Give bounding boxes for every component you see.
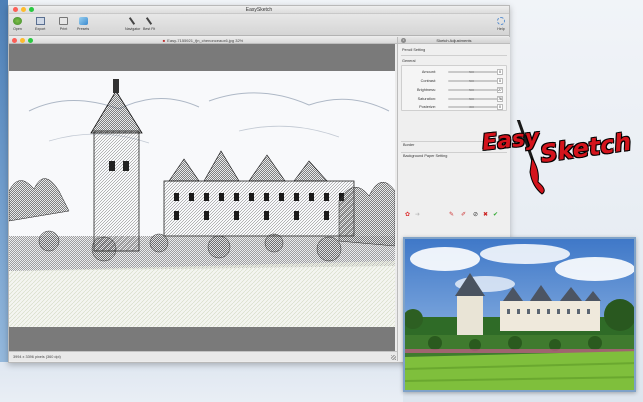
print-button[interactable]: Print — [59, 17, 68, 31]
document-title: Easy-7155921_fjn_chenonceaux6.jpg 32% — [167, 38, 244, 43]
easysketch-logo: Easy Sketch — [478, 120, 638, 195]
print-icon — [59, 17, 68, 25]
panel-header: × Sketch Adjustments — [398, 37, 510, 44]
amount-slider[interactable]: 500 — [448, 70, 498, 74]
posterize-mid: 300 — [469, 105, 475, 109]
cancel-icon[interactable]: ✖ — [482, 212, 489, 219]
general-group: Amount: 500 0 Contrast: 500 0 Brightness… — [401, 65, 507, 111]
saturation-mid: 500 — [469, 97, 475, 101]
saturation-value[interactable]: 76 — [497, 96, 503, 102]
best-fit-button[interactable]: Best Fit — [143, 17, 155, 31]
presets-button[interactable]: Presets — [77, 17, 89, 31]
document-title-wrap: ■ Easy-7155921_fjn_chenonceaux6.jpg 32% — [9, 37, 397, 44]
status-bar: 3994 x 3396 pixels (360 dpi) — [9, 351, 397, 361]
open-button[interactable]: Open — [13, 17, 22, 31]
gear-icon[interactable]: ✿ — [404, 212, 411, 219]
amount-label: Amount: — [421, 70, 436, 74]
print-label: Print — [59, 27, 68, 31]
brightness-mid: 500 — [469, 88, 475, 92]
open-label: Open — [13, 27, 22, 31]
contrast-value[interactable]: 0 — [497, 78, 503, 84]
toolbar: Open Export Print Presets Navigator Best… — [9, 14, 509, 36]
navigator-label: Navigator — [125, 27, 141, 31]
best-fit-label: Best Fit — [143, 27, 156, 31]
eraser-icon[interactable]: ✎ — [448, 212, 455, 219]
navigator-icon — [128, 17, 137, 25]
image-canvas[interactable] — [9, 44, 395, 351]
brush-icon[interactable]: ✐ — [460, 212, 467, 219]
apply-check-icon[interactable]: ✔ — [492, 212, 499, 219]
amount-row: Amount: 500 0 — [402, 68, 506, 76]
image-dimensions: 3994 x 3396 pixels (360 dpi) — [13, 355, 61, 359]
contrast-row: Contrast: 500 0 — [402, 77, 506, 85]
posterize-value[interactable]: 0 — [497, 104, 503, 110]
window-title: EasySketch — [245, 7, 273, 13]
navigator-button[interactable]: Navigator — [125, 17, 140, 31]
brightness-label: Brightness: — [417, 88, 436, 92]
brightness-value[interactable]: 27 — [497, 87, 503, 93]
general-label: General — [402, 59, 416, 63]
divider — [401, 55, 507, 56]
original-photo — [403, 237, 636, 392]
window-titlebar: EasySketch — [9, 6, 509, 14]
presets-icon — [78, 17, 88, 25]
amount-mid: 500 — [469, 70, 475, 74]
brightness-slider[interactable]: 500 — [448, 88, 498, 92]
best-fit-icon — [145, 17, 154, 25]
help-button[interactable]: Help — [497, 17, 505, 31]
panel-action-icons: ✿ ➜ ✎ ✐ ⊘ ✖ ✔ — [404, 212, 504, 221]
posterize-slider[interactable]: 300 — [448, 105, 498, 109]
export-icon — [35, 17, 45, 25]
chateau-photo — [405, 239, 634, 390]
posterize-row: Posterize: 300 0 — [402, 103, 506, 111]
panel-title: Sketch Adjustments — [436, 38, 472, 43]
desktop-edge — [0, 0, 8, 402]
document-titlebar: ■ Easy-7155921_fjn_chenonceaux6.jpg 32% — [9, 37, 397, 44]
saturation-row: Saturation: 500 76 — [402, 95, 506, 103]
resize-grip[interactable] — [391, 355, 396, 360]
panel-close-icon[interactable]: × — [401, 38, 406, 43]
contrast-mid: 500 — [469, 79, 475, 83]
help-label: Help — [497, 27, 505, 31]
document-file-icon: ■ — [162, 38, 166, 43]
sketch-image — [9, 71, 395, 327]
amount-value[interactable]: 0 — [497, 69, 503, 75]
arrow-icon[interactable]: ➜ — [414, 212, 421, 219]
posterize-label: Posterize: — [419, 105, 436, 109]
open-icon — [13, 17, 22, 25]
export-button[interactable]: Export — [35, 17, 45, 31]
no-icon[interactable]: ⊘ — [472, 212, 479, 219]
brightness-row: Brightness: 500 27 — [402, 86, 506, 94]
presets-label: Presets — [77, 27, 90, 31]
pencil-setting-label[interactable]: Pencil Setting — [402, 48, 425, 52]
contrast-slider[interactable]: 500 — [448, 79, 498, 83]
contrast-label: Contrast: — [420, 79, 436, 83]
help-icon — [497, 17, 505, 25]
saturation-label: Saturation: — [417, 97, 436, 101]
desktop-area — [0, 362, 403, 402]
export-label: Export — [35, 27, 46, 31]
saturation-slider[interactable]: 500 — [448, 97, 498, 101]
